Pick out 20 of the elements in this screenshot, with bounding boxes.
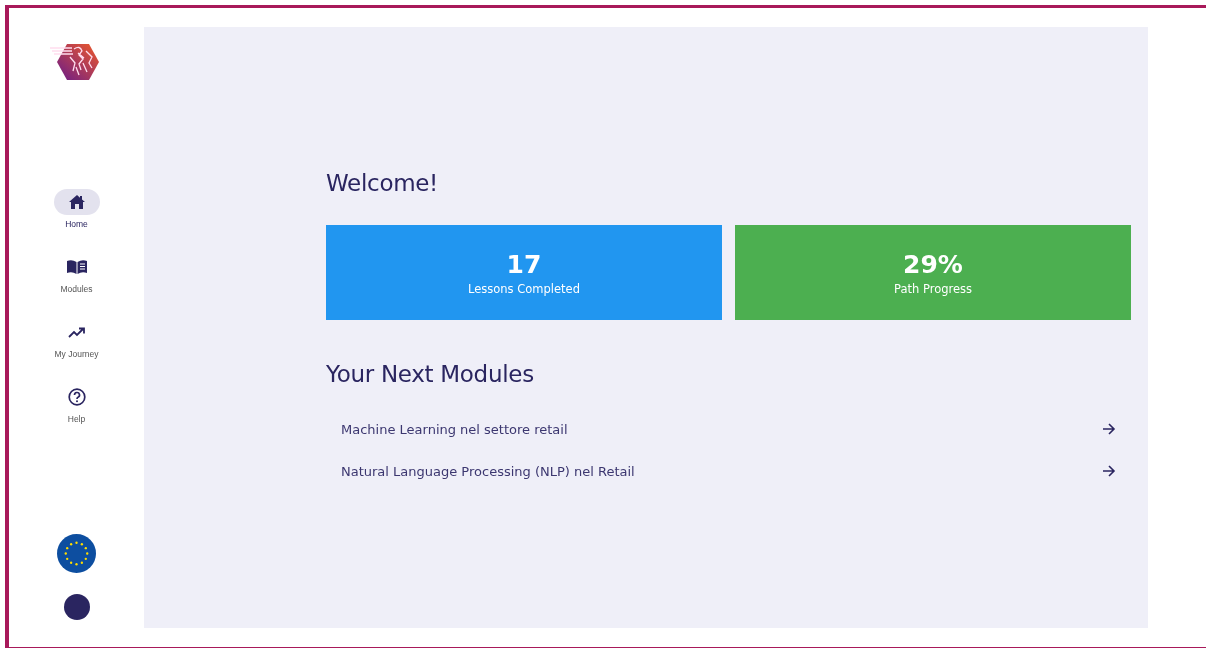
- section-heading: Your Next Modules: [326, 360, 535, 389]
- nav-item[interactable]: Modules: [53, 254, 100, 294]
- help-icon: [67, 388, 86, 406]
- arrow-icon[interactable]: [1102, 422, 1116, 436]
- welcome-heading: Welcome!: [326, 169, 440, 198]
- eu-flag-icon[interactable]: [57, 534, 96, 573]
- arrow-icon[interactable]: [1102, 464, 1116, 478]
- stat-label: Path Progress: [894, 281, 972, 296]
- nav-item[interactable]: Help: [53, 384, 100, 424]
- module-link[interactable]: Natural Language Processing (NLP) nel Retail: [341, 463, 635, 479]
- user-avatar[interactable]: [63, 594, 90, 620]
- stat-label: Lessons Completed: [468, 281, 580, 296]
- logo: [50, 43, 100, 81]
- stat-value: 17: [506, 249, 542, 280]
- stat-value: 29%: [903, 249, 963, 280]
- module-link[interactable]: Machine Learning nel settore retail: [341, 421, 568, 437]
- trend-icon: [67, 326, 86, 338]
- book-icon: [66, 260, 87, 274]
- nav-item[interactable]: My Journey: [53, 319, 100, 359]
- home-icon: [68, 195, 85, 209]
